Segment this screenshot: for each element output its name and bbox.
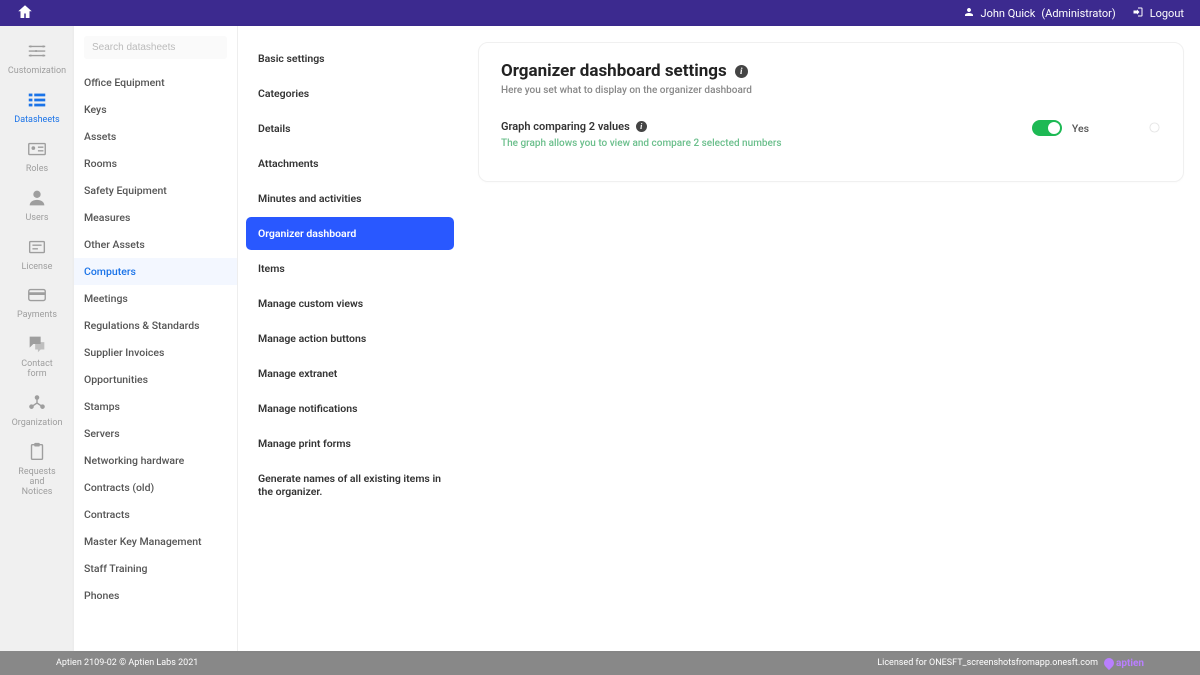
nav-item-contact[interactable]: Contactform bbox=[0, 327, 74, 386]
settings-menu-column: Basic settingsCategoriesDetailsAttachmen… bbox=[238, 26, 462, 651]
settings-menu-item[interactable]: Manage custom views bbox=[246, 287, 454, 320]
datasheet-item[interactable]: Phones bbox=[74, 582, 237, 609]
settings-menu-item[interactable]: Attachments bbox=[246, 147, 454, 180]
nav-item-label: Users bbox=[26, 214, 49, 224]
nav-item-requests[interactable]: RequestsandNotices bbox=[0, 435, 74, 504]
user-icon bbox=[26, 187, 48, 212]
datasheet-item[interactable]: Rooms bbox=[74, 150, 237, 177]
nav-item-label: Payments bbox=[17, 311, 57, 321]
settings-menu-item[interactable]: Manage action buttons bbox=[246, 322, 454, 355]
setting-label-text: Graph comparing 2 values bbox=[501, 120, 630, 133]
datasheet-list[interactable]: Office EquipmentKeysAssetsRoomsSafety Eq… bbox=[74, 69, 237, 651]
id-card-icon bbox=[26, 138, 48, 163]
user-icon bbox=[963, 6, 975, 21]
clipboard-icon bbox=[26, 441, 48, 466]
content-area: Office EquipmentKeysAssetsRoomsSafety Eq… bbox=[74, 26, 1200, 651]
datasheet-item[interactable]: Contracts bbox=[74, 501, 237, 528]
datasheet-item[interactable]: Office Equipment bbox=[74, 69, 237, 96]
footer-brand-text: aptien bbox=[1116, 658, 1144, 669]
logout-button[interactable]: Logout bbox=[1132, 6, 1184, 21]
datasheet-item[interactable]: Keys bbox=[74, 96, 237, 123]
datasheet-item[interactable]: Computers bbox=[74, 258, 237, 285]
license-icon bbox=[26, 236, 48, 261]
settings-menu-item[interactable]: Basic settings bbox=[246, 42, 454, 75]
settings-menu-item[interactable]: Details bbox=[246, 112, 454, 145]
info-icon[interactable]: i bbox=[735, 65, 748, 78]
datasheet-item[interactable]: Opportunities bbox=[74, 366, 237, 393]
nav-item-label: License bbox=[22, 263, 53, 273]
nav-item-users[interactable]: Users bbox=[0, 181, 74, 230]
nav-item-roles[interactable]: Roles bbox=[0, 132, 74, 181]
settings-menu-item[interactable]: Minutes and activities bbox=[246, 182, 454, 215]
nav-item-label: Roles bbox=[26, 165, 48, 175]
datasheet-item[interactable]: Safety Equipment bbox=[74, 177, 237, 204]
datasheet-item[interactable]: Regulations & Standards bbox=[74, 312, 237, 339]
nav-item-label: Organization bbox=[12, 419, 63, 429]
home-icon[interactable] bbox=[16, 3, 34, 24]
toggle-state-label: Yes bbox=[1072, 122, 1089, 135]
nav-item-organization[interactable]: Organization bbox=[0, 386, 74, 435]
settings-menu-item[interactable]: Generate names of all existing items in … bbox=[246, 462, 454, 508]
brand-icon bbox=[1102, 656, 1116, 670]
datasheet-item[interactable]: Stamps bbox=[74, 393, 237, 420]
datasheet-item[interactable]: Contracts (old) bbox=[74, 474, 237, 501]
datasheet-item[interactable]: Master Key Management bbox=[74, 528, 237, 555]
footer: Aptien 2109-02 © Aptien Labs 2021 Licens… bbox=[0, 651, 1200, 675]
panel-subtitle: Here you set what to display on the orga… bbox=[501, 85, 1161, 96]
nav-item-label: Customization bbox=[8, 67, 66, 77]
user-info[interactable]: John Quick (Administrator) bbox=[963, 6, 1116, 21]
nav-item-label: Datasheets bbox=[14, 116, 59, 126]
search-input[interactable] bbox=[84, 36, 227, 59]
delete-icon[interactable] bbox=[1149, 122, 1161, 134]
logout-label: Logout bbox=[1150, 7, 1184, 20]
topbar: John Quick (Administrator) Logout bbox=[0, 0, 1200, 26]
nav-item-license[interactable]: License bbox=[0, 230, 74, 279]
datasheet-item[interactable]: Staff Training bbox=[74, 555, 237, 582]
setting-label: Graph comparing 2 values i bbox=[501, 120, 1032, 133]
settings-menu-item[interactable]: Manage extranet bbox=[246, 357, 454, 390]
setting-description: The graph allows you to view and compare… bbox=[501, 137, 801, 151]
datasheets-column: Office EquipmentKeysAssetsRoomsSafety Eq… bbox=[74, 26, 238, 651]
settings-panel: Organizer dashboard settings i Here you … bbox=[478, 42, 1184, 182]
credit-card-icon bbox=[26, 284, 48, 309]
footer-brand-logo: aptien bbox=[1104, 658, 1144, 669]
settings-menu-item[interactable]: Manage notifications bbox=[246, 392, 454, 425]
footer-copyright: Aptien 2109-02 © Aptien Labs 2021 bbox=[56, 658, 198, 668]
sliders-icon bbox=[26, 40, 48, 65]
info-icon[interactable]: i bbox=[636, 121, 647, 132]
nav-item-datasheets[interactable]: Datasheets bbox=[0, 83, 74, 132]
datasheet-item[interactable]: Meetings bbox=[74, 285, 237, 312]
footer-license: Licensed for ONESFT_screenshotsfromapp.o… bbox=[877, 658, 1098, 668]
nav-rail: Customization Datasheets Roles Users License… bbox=[0, 26, 74, 651]
nav-item-customization[interactable]: Customization bbox=[0, 34, 74, 83]
settings-menu-item[interactable]: Items bbox=[246, 252, 454, 285]
datasheet-item[interactable]: Servers bbox=[74, 420, 237, 447]
panel-title: Organizer dashboard settings i bbox=[501, 61, 1161, 81]
toggle-switch[interactable] bbox=[1032, 120, 1062, 136]
logout-icon bbox=[1132, 6, 1144, 21]
main-column: Organizer dashboard settings i Here you … bbox=[462, 26, 1200, 651]
nav-item-label: RequestsandNotices bbox=[18, 468, 55, 498]
panel-title-text: Organizer dashboard settings bbox=[501, 61, 727, 81]
datasheet-item[interactable]: Other Assets bbox=[74, 231, 237, 258]
user-name: John Quick bbox=[981, 7, 1036, 20]
datasheet-item[interactable]: Supplier Invoices bbox=[74, 339, 237, 366]
setting-row-graph: Graph comparing 2 values i The graph all… bbox=[501, 120, 1161, 163]
chat-icon bbox=[26, 333, 48, 358]
datasheet-item[interactable]: Networking hardware bbox=[74, 447, 237, 474]
org-icon bbox=[26, 392, 48, 417]
datasheet-item[interactable]: Measures bbox=[74, 204, 237, 231]
settings-menu-item[interactable]: Categories bbox=[246, 77, 454, 110]
nav-item-label: Contactform bbox=[21, 360, 52, 380]
nav-item-payments[interactable]: Payments bbox=[0, 278, 74, 327]
list-icon bbox=[26, 89, 48, 114]
settings-menu-item[interactable]: Organizer dashboard bbox=[246, 217, 454, 250]
datasheet-item[interactable]: Assets bbox=[74, 123, 237, 150]
user-role: (Administrator) bbox=[1041, 7, 1115, 20]
settings-menu-item[interactable]: Manage print forms bbox=[246, 427, 454, 460]
